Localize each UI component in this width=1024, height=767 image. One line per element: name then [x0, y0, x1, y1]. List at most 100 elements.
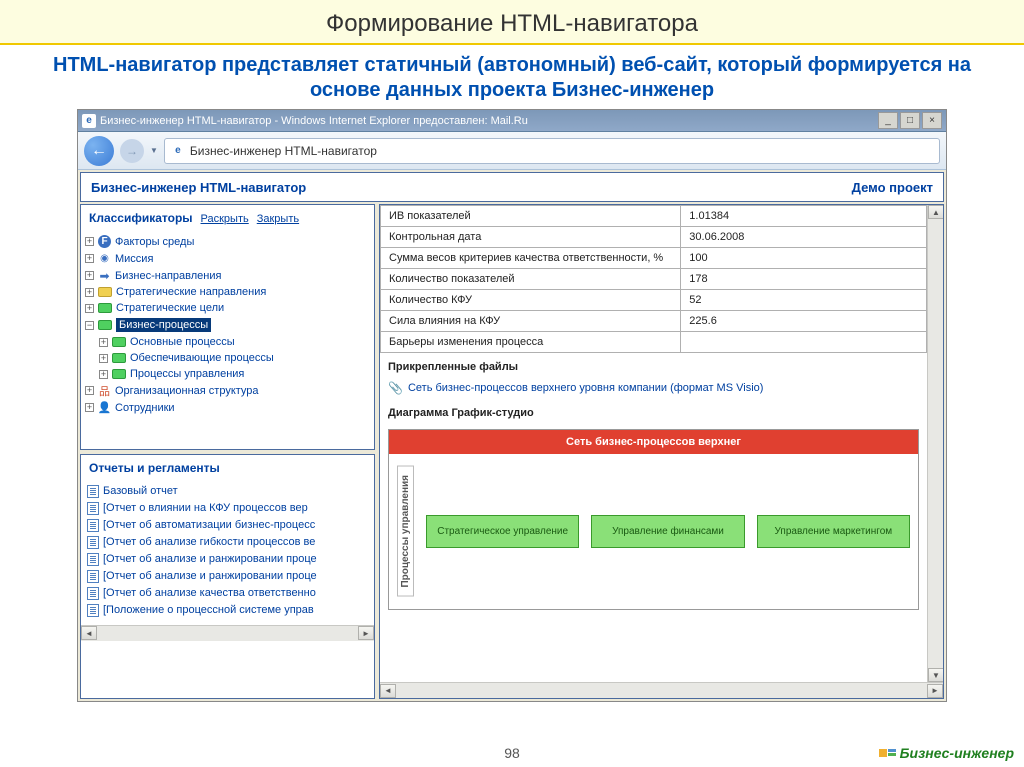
tree-item-selected[interactable]: −Бизнес-процессы [85, 316, 370, 334]
browser-tab[interactable]: e Бизнес-инженер HTML-навигатор [164, 138, 940, 164]
main-content: ИВ показателей1.01384 Контрольная дата30… [379, 204, 944, 699]
expand-icon[interactable]: + [99, 338, 108, 347]
attachments-title: Прикрепленные файлы [380, 353, 927, 377]
target-icon: ◉ [98, 252, 111, 265]
ie-icon: e [82, 114, 96, 128]
reports-panel: Отчеты и регламенты Базовый отчет [Отчет… [80, 454, 375, 700]
classifiers-panel: Классификаторы Раскрыть Закрыть +FФактор… [80, 204, 375, 450]
diagram-side-label: Процессы управления [397, 466, 414, 597]
scroll-up-icon[interactable]: ▲ [928, 205, 943, 219]
document-icon [87, 536, 99, 549]
table-row: Количество показателей178 [381, 269, 927, 290]
window-title: Бизнес-инженер HTML-навигатор - Windows … [100, 115, 528, 127]
tree-item[interactable]: +Обеспечивающие процессы [99, 350, 370, 366]
paperclip-icon: 📎 [388, 381, 403, 395]
expand-icon[interactable]: + [85, 403, 94, 412]
report-item[interactable]: [Отчет об анализе гибкости процессов ве [87, 534, 368, 551]
rect-icon [98, 287, 112, 297]
scroll-left-icon[interactable]: ◄ [380, 684, 396, 698]
scrollbar-vertical[interactable]: ▲ ▼ [927, 205, 943, 682]
collapse-link[interactable]: Закрыть [257, 213, 299, 225]
expand-icon[interactable]: + [85, 254, 94, 263]
expand-icon[interactable]: + [85, 237, 94, 246]
tab-favicon-icon: e [171, 144, 185, 158]
expand-icon[interactable]: + [99, 370, 108, 379]
table-row: Количество КФУ52 [381, 290, 927, 311]
reports-list: Базовый отчет [Отчет о влиянии на КФУ пр… [81, 481, 374, 625]
maximize-button[interactable]: □ [900, 112, 920, 129]
rect-icon [98, 320, 112, 330]
org-icon: 品 [98, 384, 111, 397]
expand-icon[interactable]: + [85, 386, 94, 395]
arrow-icon: ➡ [98, 269, 111, 282]
properties-table: ИВ показателей1.01384 Контрольная дата30… [380, 205, 927, 353]
collapse-icon[interactable]: − [85, 321, 94, 330]
tree-item[interactable]: +Процессы управления [99, 366, 370, 382]
attachment-link[interactable]: 📎 Сеть бизнес-процессов верхнего уровня … [380, 377, 927, 399]
brand-logo: Бизнес-инженер [879, 745, 1014, 761]
slide-subtitle: HTML-навигатор представляет статичный (а… [0, 45, 1024, 109]
rect-icon [112, 369, 126, 379]
tree-item[interactable]: +Стратегические цели [85, 300, 370, 316]
slide-title: Формирование HTML-навигатора [0, 0, 1024, 45]
scrollbar-horizontal[interactable]: ◄ ► [380, 682, 943, 698]
tree-item[interactable]: +品Организационная структура [85, 382, 370, 399]
report-item[interactable]: [Отчет об анализе качества ответственно [87, 585, 368, 602]
process-box[interactable]: Управление маркетингом [757, 515, 910, 548]
classifier-tree: +FФакторы среды +◉Миссия +➡Бизнес-направ… [81, 231, 374, 422]
brand-icon [879, 749, 896, 757]
slide-footer: 98 Бизнес-инженер [0, 745, 1024, 761]
diagram-header: Сеть бизнес-процессов верхнег [389, 430, 918, 454]
expand-icon[interactable]: + [85, 288, 94, 297]
expand-icon[interactable]: + [85, 271, 94, 280]
browser-window: e Бизнес-инженер HTML-навигатор - Window… [77, 109, 947, 702]
report-item[interactable]: [Отчет об анализе и ранжировании проце [87, 568, 368, 585]
document-icon [87, 519, 99, 532]
document-icon [87, 587, 99, 600]
report-item[interactable]: [Положение о процессной системе управ [87, 602, 368, 619]
rect-icon [112, 337, 126, 347]
expand-icon[interactable]: + [99, 354, 108, 363]
table-row: Барьеры изменения процесса [381, 332, 927, 353]
minimize-button[interactable]: _ [878, 112, 898, 129]
document-icon [87, 553, 99, 566]
table-row: Сила влияния на КФУ225.6 [381, 311, 927, 332]
page-number: 98 [504, 745, 520, 761]
report-item[interactable]: [Отчет о влиянии на КФУ процессов вер [87, 500, 368, 517]
close-button[interactable]: × [922, 112, 942, 129]
expand-link[interactable]: Раскрыть [201, 213, 249, 225]
document-icon [87, 502, 99, 515]
tree-item[interactable]: +Основные процессы [99, 334, 370, 350]
history-dropdown-icon[interactable]: ▼ [150, 146, 158, 155]
scrollbar-horizontal[interactable]: ◄ ► [81, 625, 374, 641]
report-item[interactable]: [Отчет об автоматизации бизнес-процесс [87, 517, 368, 534]
back-button[interactable]: ← [84, 136, 114, 166]
scroll-down-icon[interactable]: ▼ [928, 668, 943, 682]
report-item[interactable]: [Отчет об анализе и ранжировании проце [87, 551, 368, 568]
rect-icon [98, 303, 112, 313]
scroll-left-icon[interactable]: ◄ [81, 626, 97, 640]
scroll-right-icon[interactable]: ► [927, 684, 943, 698]
reports-title: Отчеты и регламенты [89, 461, 220, 475]
table-row: Сумма весов критериев качества ответстве… [381, 248, 927, 269]
document-icon [87, 570, 99, 583]
tree-item[interactable]: +FФакторы среды [85, 233, 370, 250]
diagram: Сеть бизнес-процессов верхнег Процессы у… [388, 429, 919, 610]
tree-item[interactable]: +➡Бизнес-направления [85, 267, 370, 284]
forward-button[interactable]: → [120, 139, 144, 163]
user-icon: 👤 [98, 401, 111, 414]
tab-title: Бизнес-инженер HTML-навигатор [190, 144, 377, 158]
tree-item[interactable]: +👤Сотрудники [85, 399, 370, 416]
scroll-right-icon[interactable]: ► [358, 626, 374, 640]
factor-icon: F [98, 235, 111, 248]
tree-item[interactable]: +Стратегические направления [85, 284, 370, 300]
browser-toolbar: ← → ▼ e Бизнес-инженер HTML-навигатор [78, 132, 946, 170]
window-titlebar: e Бизнес-инженер HTML-навигатор - Window… [78, 110, 946, 132]
project-name: Демо проект [852, 180, 933, 195]
report-item[interactable]: Базовый отчет [87, 483, 368, 500]
sidebar: Классификаторы Раскрыть Закрыть +FФактор… [80, 204, 375, 699]
expand-icon[interactable]: + [85, 304, 94, 313]
process-box[interactable]: Управление финансами [591, 515, 744, 548]
process-box[interactable]: Стратегическое управление [426, 515, 579, 548]
tree-item[interactable]: +◉Миссия [85, 250, 370, 267]
